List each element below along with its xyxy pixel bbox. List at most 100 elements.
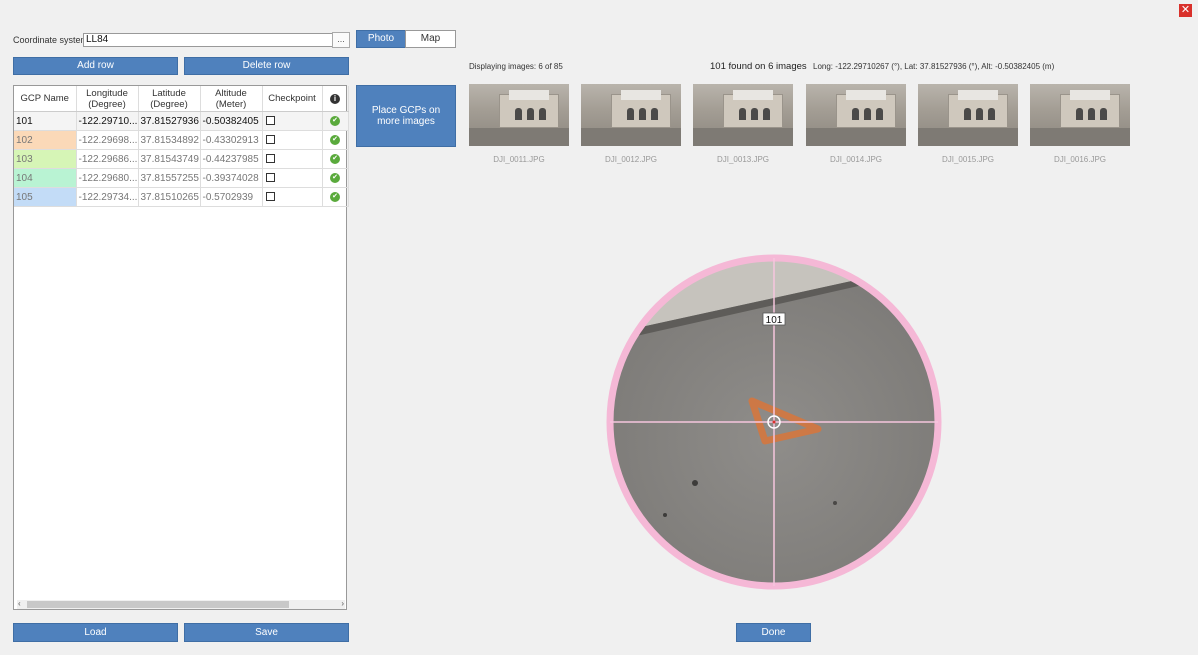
gcp-name-cell[interactable]: 101 [14,111,77,131]
coordinate-system-input[interactable]: LL84 [83,33,333,47]
check-circle-icon: ✔ [330,115,340,126]
close-icon: ✕ [1180,4,1191,16]
gcp-name-cell[interactable]: 105 [14,187,77,207]
checkpoint-cell [262,111,323,131]
close-button[interactable]: ✕ [1179,4,1192,17]
header-latitude[interactable]: Latitude (Degree) [138,86,201,112]
add-row-button[interactable]: Add row [13,57,178,75]
table-row[interactable]: 101 -122.29710... 37.81527936 -0.5038240… [14,111,349,131]
latitude-cell[interactable]: 37.81534892 [138,130,201,150]
coordinate-system-label: Coordinate system: [13,35,91,45]
place-gcps-button[interactable]: Place GCPs on more images [356,85,456,147]
header-checkpoint-label: Checkpoint [268,93,316,104]
thumbnail-filename: DJI_0012.JPG [604,155,658,164]
longitude-cell[interactable]: -122.29686... [76,149,139,169]
header-latitude-label: Latitude [152,87,186,99]
image-thumbnail[interactable] [469,84,569,146]
header-altitude-label: Altitude [215,87,247,99]
altitude-cell[interactable]: -0.39374028 [200,168,263,188]
tab-photo[interactable]: Photo [356,30,406,48]
altitude-cell[interactable]: -0.43302913 [200,130,263,150]
latitude-cell[interactable]: 37.81543749 [138,149,201,169]
checkpoint-checkbox[interactable] [265,154,275,164]
place-gcps-label-line2: more images [377,116,435,127]
image-thumbnail[interactable] [693,84,793,146]
status-cell: ✔ [322,130,349,150]
crosshair-dot [772,420,776,424]
scrollbar-thumb[interactable] [27,601,289,608]
longitude-cell[interactable]: -122.29698... [76,130,139,150]
image-thumbnail[interactable] [806,84,906,146]
found-count-text: 101 found on 6 images [710,61,807,72]
image-thumbnail[interactable] [581,84,681,146]
marker-label: 101 [766,315,783,326]
status-cell: ✔ [322,111,349,131]
checkpoint-cell [262,149,323,169]
table-row[interactable]: 104 -122.29680... 37.81557255 -0.3937402… [14,168,349,188]
header-gcp-name-label: GCP Name [20,93,69,104]
header-altitude[interactable]: Altitude (Meter) [200,86,263,112]
gcp-table-panel: GCP Name Longitude (Degree) Latitude (Degr… [13,85,349,610]
gcp-table: GCP Name Longitude (Degree) Latitude (Degr… [14,86,349,207]
longitude-cell[interactable]: -122.29710... [76,111,139,131]
header-altitude-unit: (Meter) [215,98,247,110]
gcp-name-cell[interactable]: 103 [14,149,77,169]
table-row[interactable]: 102 -122.29698... 37.81534892 -0.4330291… [14,130,349,150]
status-cell: ✔ [322,149,349,169]
checkpoint-cell [262,130,323,150]
checkpoint-checkbox[interactable] [265,173,275,183]
checkpoint-cell [262,187,323,207]
altitude-cell[interactable]: -0.50382405 [200,111,263,131]
thumbnail-filename: DJI_0011.JPG [493,155,545,164]
header-latitude-unit: (Degree) [150,98,188,110]
header-longitude-unit: (Degree) [88,98,126,110]
scroll-left-icon[interactable]: ‹ [18,599,21,608]
delete-row-button[interactable]: Delete row [184,57,349,75]
status-cell: ✔ [322,168,349,188]
place-gcps-label-line1: Place GCPs on [371,105,441,116]
latitude-cell[interactable]: 37.81557255 [138,168,201,188]
tab-map[interactable]: Map [405,30,456,48]
gcp-name-cell[interactable]: 104 [14,168,77,188]
table-row[interactable]: 105 -122.29734... 37.81510265 -0.5702939… [14,187,349,207]
altitude-cell[interactable]: -0.5702939 [200,187,263,207]
image-thumbnail[interactable] [1030,84,1130,146]
thumbnail-filename: DJI_0013.JPG [716,155,770,164]
gcp-coordinates-readout: Long: -122.29710267 (°), Lat: 37.8152793… [813,62,1055,71]
gcp-magnifier-loupe[interactable]: 101 [605,253,943,591]
load-button[interactable]: Load [13,623,178,642]
check-circle-icon: ✔ [330,172,340,183]
info-icon: i [330,94,340,104]
header-gcp-name[interactable]: GCP Name [14,86,77,112]
checkpoint-checkbox[interactable] [265,192,275,202]
longitude-cell[interactable]: -122.29680... [76,168,139,188]
table-horizontal-scrollbar[interactable]: ‹ › [17,599,345,609]
latitude-cell[interactable]: 37.81510265 [138,187,201,207]
thumbnail-filename: DJI_0014.JPG [829,155,883,164]
image-thumbnail[interactable] [918,84,1018,146]
coordinate-system-browse-button[interactable]: ... [332,32,350,48]
checkpoint-cell [262,168,323,188]
display-count-text: Displaying images: 6 of 85 [469,62,563,71]
check-circle-icon: ✔ [330,134,340,145]
scroll-right-icon[interactable]: › [341,599,344,608]
checkpoint-checkbox[interactable] [265,135,275,145]
table-row[interactable]: 103 -122.29686... 37.81543749 -0.4423798… [14,149,349,169]
done-button[interactable]: Done [736,623,811,642]
status-cell: ✔ [322,187,349,207]
table-header-row: GCP Name Longitude (Degree) Latitude (Degr… [14,86,349,112]
gcp-name-cell[interactable]: 102 [14,130,77,150]
altitude-cell[interactable]: -0.44237985 [200,149,263,169]
checkpoint-checkbox[interactable] [265,116,275,126]
check-circle-icon: ✔ [330,191,340,202]
thumbnail-filename: DJI_0016.JPG [1053,155,1107,164]
check-circle-icon: ✔ [330,153,340,164]
header-checkpoint[interactable]: Checkpoint [262,86,323,112]
save-button[interactable]: Save [184,623,349,642]
thumbnail-filename: DJI_0015.JPG [941,155,995,164]
longitude-cell[interactable]: -122.29734... [76,187,139,207]
header-longitude-label: Longitude [86,87,128,99]
latitude-cell[interactable]: 37.81527936 [138,111,201,131]
header-info[interactable]: i [322,86,349,112]
header-longitude[interactable]: Longitude (Degree) [76,86,139,112]
